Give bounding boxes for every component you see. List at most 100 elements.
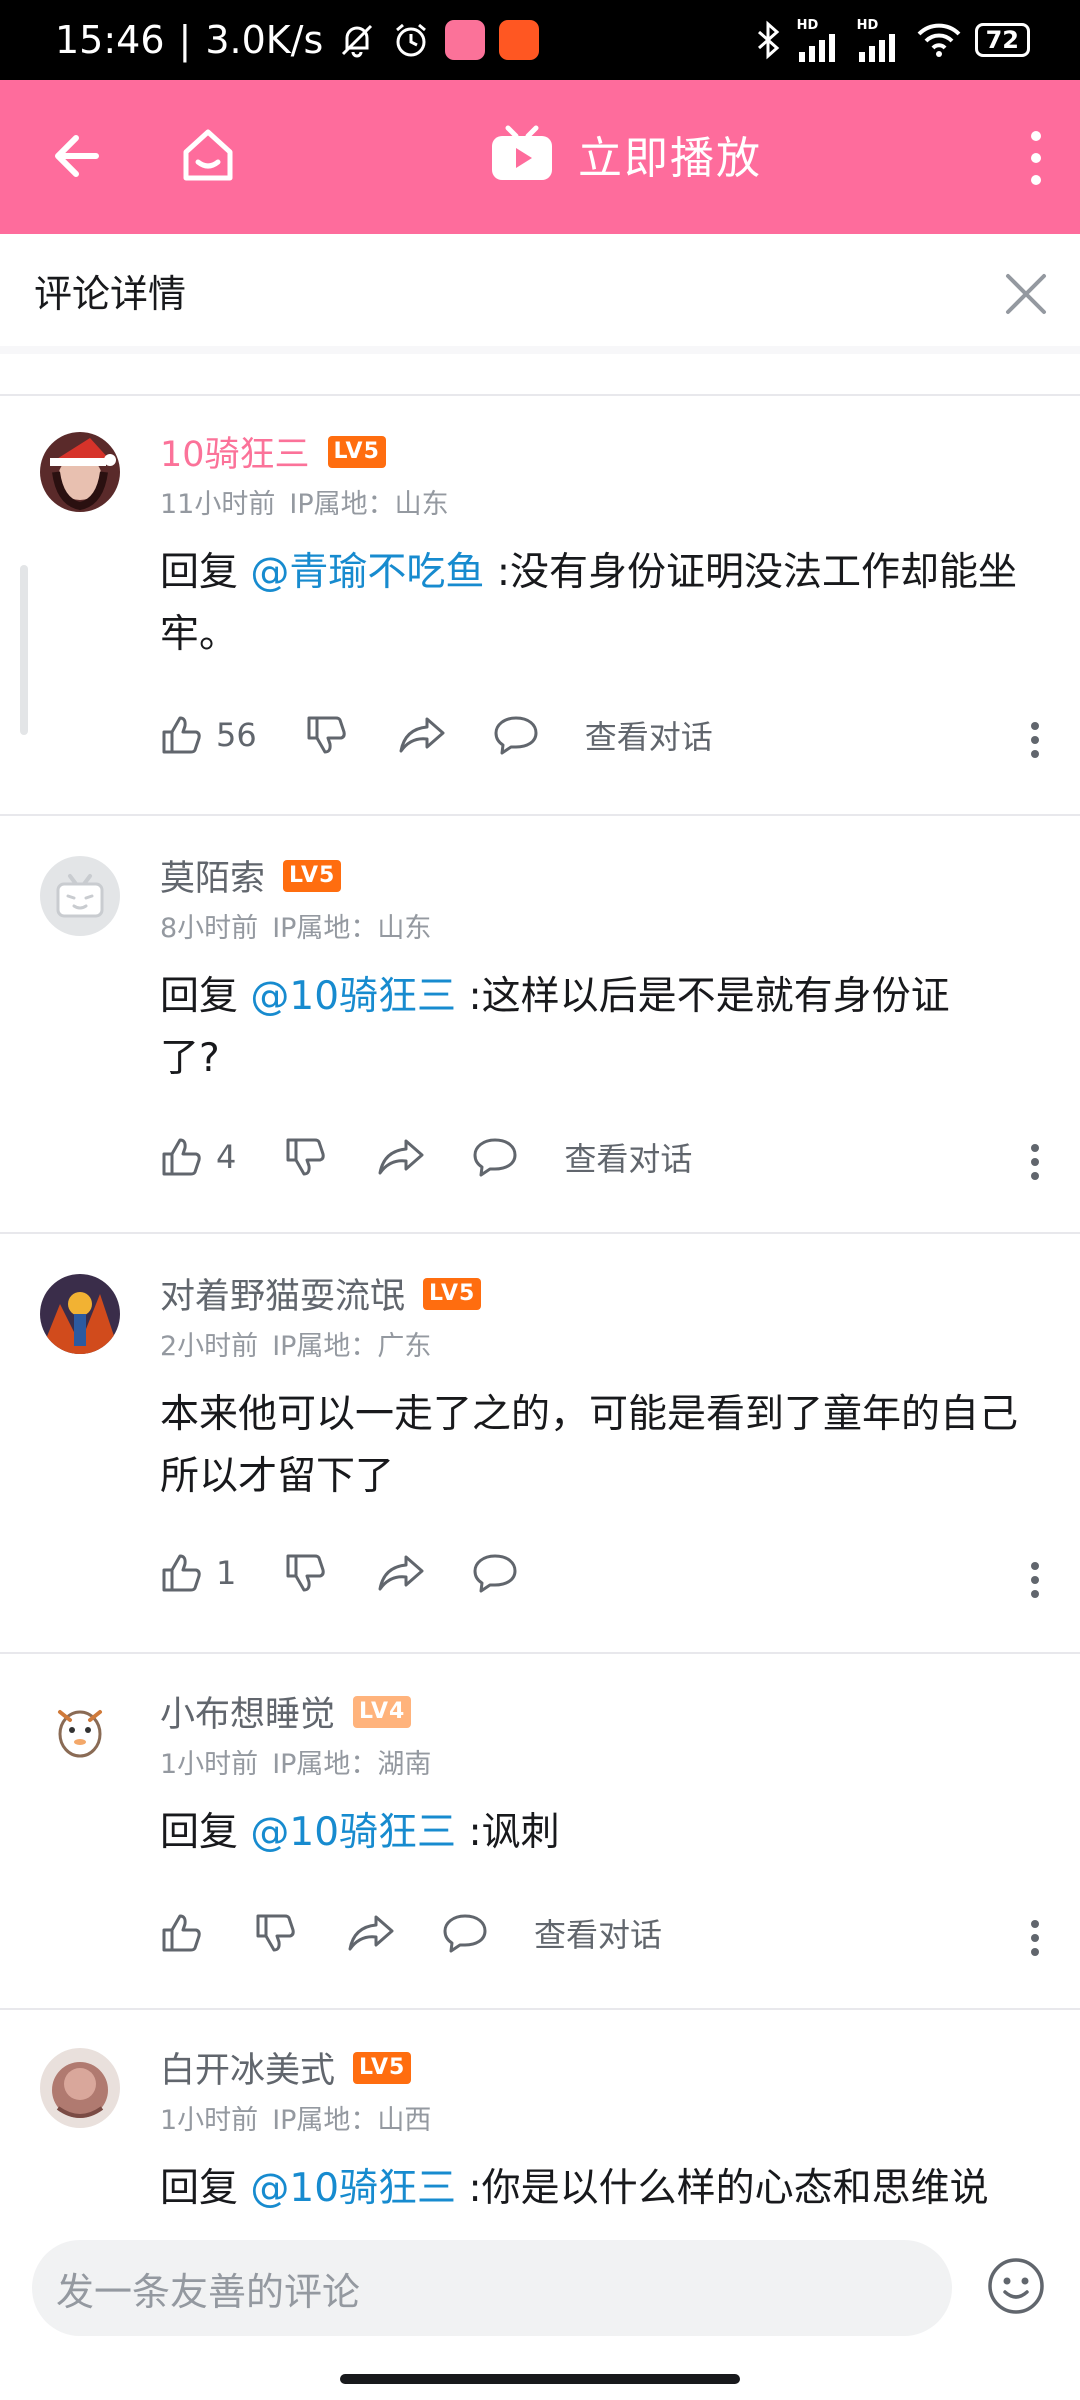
thumbs-down-icon[interactable] xyxy=(284,1136,326,1178)
more-vertical-icon[interactable] xyxy=(1028,130,1044,186)
ip-location: IP属地：湖南 xyxy=(272,1749,432,1780)
level-badge: LV5 xyxy=(327,435,386,468)
default-tv-avatar-icon xyxy=(40,856,120,936)
comment-time: 11小时前 xyxy=(160,489,276,520)
divider xyxy=(0,1652,1080,1654)
home-indicator[interactable] xyxy=(340,2374,740,2384)
like-count: 1 xyxy=(216,1554,237,1592)
like-button[interactable]: 56 xyxy=(160,714,257,756)
comment-meta: 1小时前 IP属地：湖南 xyxy=(160,1742,431,1781)
battery-level: 72 xyxy=(985,26,1019,54)
thumbs-up-icon[interactable] xyxy=(160,1912,202,1954)
comment-text: 回复 @青瑜不吃鱼 :没有身份证明没法工作却能坐牢。 xyxy=(160,550,1017,657)
status-time: 15:46 xyxy=(55,18,165,62)
comment-time: 8小时前 xyxy=(160,913,259,944)
bell-muted-icon xyxy=(342,24,373,58)
reply-comment-icon[interactable] xyxy=(472,1136,518,1178)
status-bar: 15:46 | 3.0K/s HD HD 72 xyxy=(0,0,1080,80)
view-dialog-link[interactable]: 查看对话 xyxy=(534,1910,662,1956)
thumbs-down-icon[interactable] xyxy=(305,714,347,756)
level-badge: LV4 xyxy=(353,1695,412,1728)
avatar[interactable] xyxy=(40,1274,120,1354)
thumbs-up-icon xyxy=(162,1554,201,1592)
user-avatar-image xyxy=(40,432,120,512)
mention-link[interactable]: @10骑狂三 xyxy=(250,2166,456,2211)
alarm-icon xyxy=(396,23,427,57)
divider xyxy=(0,2008,1080,2010)
avatar[interactable] xyxy=(40,856,120,936)
mention-link[interactable]: @青瑜不吃鱼 xyxy=(250,550,484,595)
ip-location: IP属地：山东 xyxy=(272,913,432,944)
comment-actions: 1 xyxy=(160,1552,518,1594)
like-button[interactable]: 4 xyxy=(160,1136,236,1178)
status-right: HD HD 72 xyxy=(753,19,1030,62)
more-vertical-icon[interactable] xyxy=(1030,722,1040,758)
more-vertical-icon[interactable] xyxy=(1030,1920,1040,1956)
signal-1: HD xyxy=(797,19,843,62)
level-badge: LV5 xyxy=(423,1277,482,1310)
view-dialog-link[interactable]: 查看对话 xyxy=(564,1134,692,1180)
comment-text: 回复 @10骑狂三 :讽刺 xyxy=(160,1810,560,1855)
signal-icon xyxy=(858,33,895,62)
reply-comment-icon[interactable] xyxy=(442,1912,488,1954)
share-icon[interactable] xyxy=(378,1553,424,1593)
username[interactable]: 小布想睡觉 LV4 xyxy=(160,1686,412,1737)
ip-location: IP属地：山西 xyxy=(272,2105,432,2136)
thumbs-down-icon[interactable] xyxy=(284,1552,326,1594)
back-arrow-icon[interactable] xyxy=(48,126,108,186)
comment-detail-header: 评论详情 xyxy=(0,234,1080,354)
more-vertical-icon[interactable] xyxy=(1030,1562,1040,1598)
share-icon[interactable] xyxy=(378,1137,424,1177)
like-count: 56 xyxy=(216,716,257,754)
username[interactable]: 10骑狂三 LV5 xyxy=(160,426,386,477)
username[interactable]: 对着野猫耍流氓 LV5 xyxy=(160,1268,482,1319)
tv-play-icon xyxy=(492,125,552,180)
emoji-icon[interactable] xyxy=(986,2256,1046,2316)
level-badge: LV5 xyxy=(283,859,342,892)
username[interactable]: 白开冰美式 LV5 xyxy=(160,2048,412,2093)
avatar[interactable] xyxy=(40,1692,120,1772)
like-count: 4 xyxy=(216,1138,237,1176)
home-icon[interactable] xyxy=(178,124,238,186)
comment-text: 回复 @10骑狂三 :你是以什么样的心态和思维说 xyxy=(160,2166,989,2211)
play-now-label: 立即播放 xyxy=(578,133,762,184)
taobao-app-icon xyxy=(499,20,540,60)
reply-comment-icon[interactable] xyxy=(493,714,539,756)
close-icon[interactable] xyxy=(1004,272,1048,316)
comment-time: 1小时前 xyxy=(160,2105,259,2136)
comment-meta: 11小时前 IP属地：山东 xyxy=(160,482,449,521)
divider xyxy=(0,814,1080,816)
reply-comment-icon[interactable] xyxy=(472,1552,518,1594)
view-dialog-link[interactable]: 查看对话 xyxy=(585,712,713,758)
thumbs-up-icon xyxy=(162,1138,201,1176)
mention-link[interactable]: @10骑狂三 xyxy=(250,1810,456,1855)
comment-meta: 2小时前 IP属地：广东 xyxy=(160,1324,431,1363)
comment-meta: 8小时前 IP属地：山东 xyxy=(160,906,431,945)
like-button[interactable]: 1 xyxy=(160,1552,236,1594)
scroll-indicator[interactable] xyxy=(20,565,28,735)
share-icon[interactable] xyxy=(348,1913,394,1953)
play-now-button[interactable]: 立即播放 xyxy=(490,122,762,186)
level-badge: LV5 xyxy=(353,2051,412,2084)
mention-link[interactable]: @10骑狂三 xyxy=(250,974,456,1019)
avatar[interactable] xyxy=(40,2048,120,2128)
comment-input-bar: 发一条友善的评论 xyxy=(0,2218,1080,2400)
ip-location: IP属地：山东 xyxy=(289,489,449,520)
app-bar: 立即播放 xyxy=(0,80,1080,234)
bilibili-app-icon xyxy=(445,20,486,60)
comment-actions: 56 查看对话 xyxy=(160,712,713,758)
thumbs-down-icon[interactable] xyxy=(254,1912,296,1954)
avatar[interactable] xyxy=(40,432,120,512)
user-avatar-image xyxy=(40,1274,120,1354)
comment-input[interactable]: 发一条友善的评论 xyxy=(32,2240,952,2336)
comment-meta: 1小时前 IP属地：山西 xyxy=(160,2098,431,2137)
page-title: 评论详情 xyxy=(34,271,187,316)
more-vertical-icon[interactable] xyxy=(1030,1144,1040,1180)
status-left: 15:46 | 3.0K/s xyxy=(55,18,540,62)
signal-icon xyxy=(798,33,835,62)
share-icon[interactable] xyxy=(399,715,445,755)
status-separator: | xyxy=(178,18,192,62)
username[interactable]: 莫陌索 LV5 xyxy=(160,850,342,901)
divider xyxy=(0,1232,1080,1234)
comment-time: 1小时前 xyxy=(160,1749,259,1780)
